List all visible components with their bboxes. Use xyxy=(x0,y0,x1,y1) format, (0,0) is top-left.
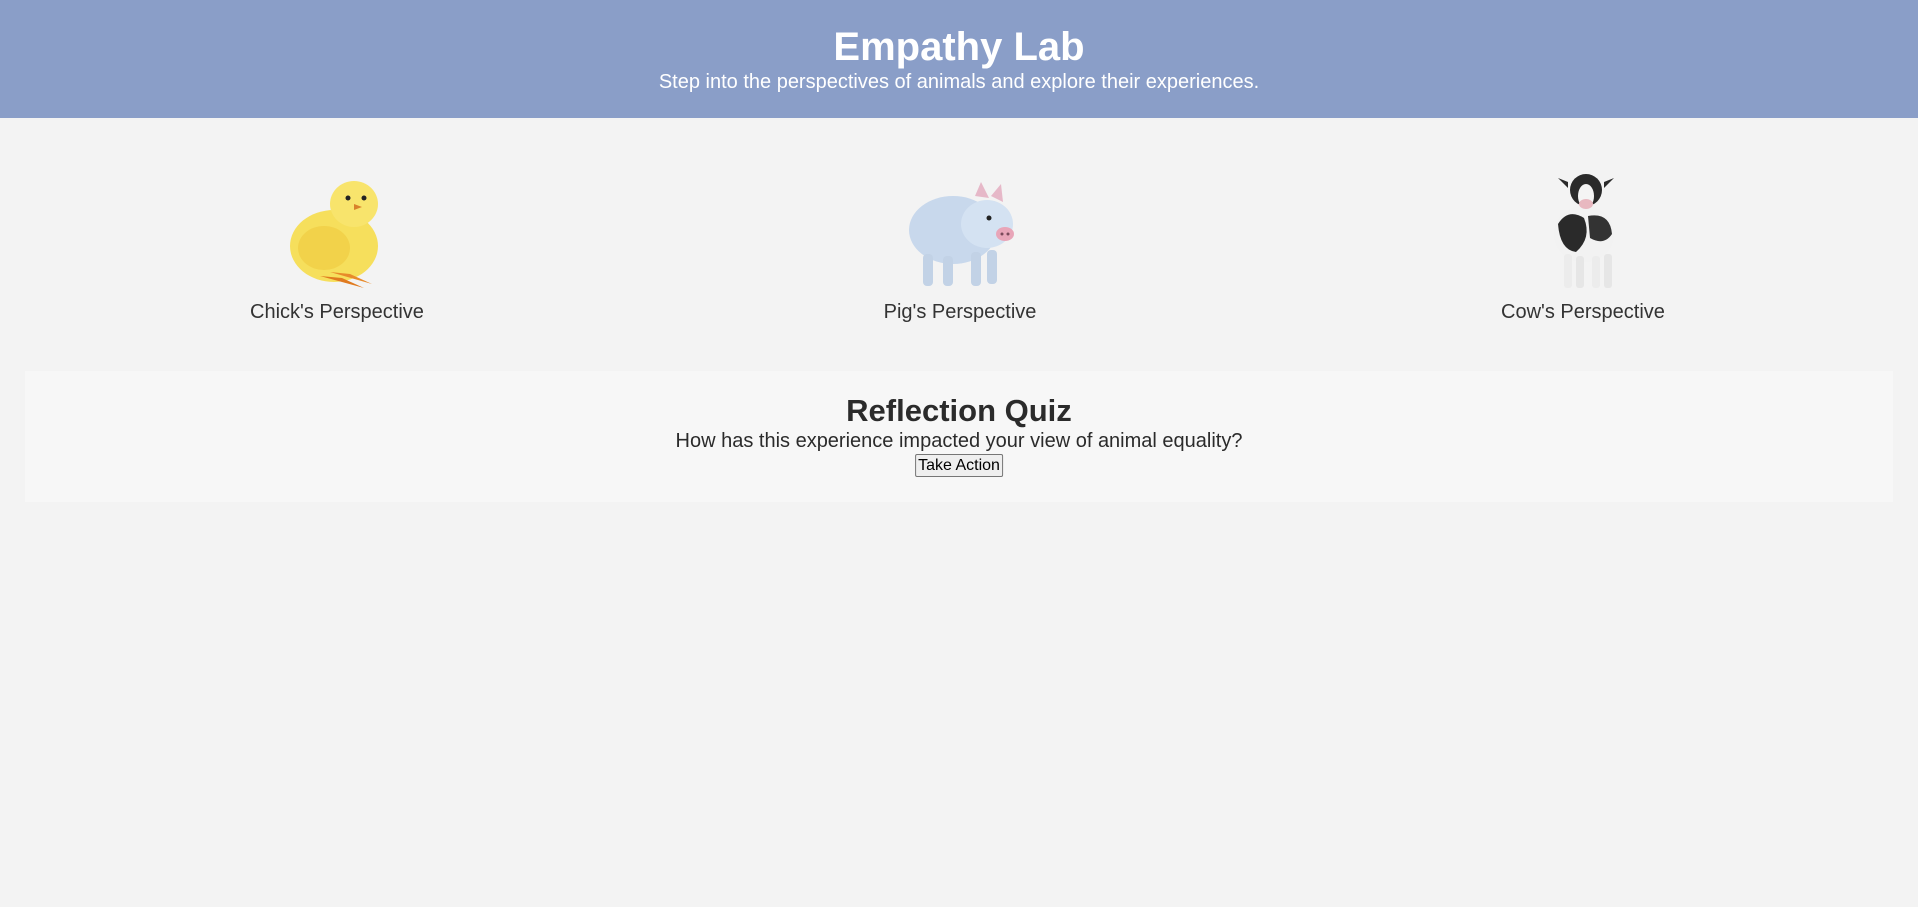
quiz-question: How has this experience impacted your vi… xyxy=(675,430,1243,452)
animal-label-pig: Pig's Perspective xyxy=(883,301,1037,323)
cow-image[interactable] xyxy=(1518,168,1648,292)
animal-card-chick[interactable]: Chick's Perspective xyxy=(187,168,487,324)
take-action-button[interactable]: Take Action xyxy=(915,454,1003,477)
page-title: Empathy Lab xyxy=(833,25,1085,69)
animal-label-chick: Chick's Perspective xyxy=(250,301,424,323)
animal-card-cow[interactable]: Cow's Perspective xyxy=(1433,168,1733,324)
reflection-quiz-section: Reflection Quiz How has this experience … xyxy=(25,371,1893,502)
quiz-title: Reflection Quiz xyxy=(846,393,1072,428)
chick-image[interactable] xyxy=(272,168,402,292)
page-subtitle: Step into the perspectives of animals an… xyxy=(658,71,1260,93)
pig-image[interactable] xyxy=(895,168,1025,292)
animal-card-pig[interactable]: Pig's Perspective xyxy=(810,168,1110,324)
page-header: Empathy Lab Step into the perspectives o… xyxy=(0,0,1918,118)
animal-label-cow: Cow's Perspective xyxy=(1501,301,1665,323)
